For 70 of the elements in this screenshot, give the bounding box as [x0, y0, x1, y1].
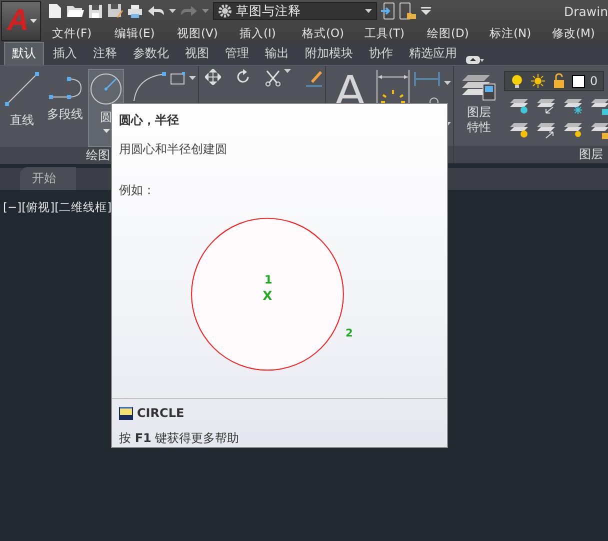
ribbon-tab[interactable]: 协作: [362, 43, 400, 65]
menu-item[interactable]: 格式(O): [302, 26, 364, 40]
scissors-icon[interactable]: [265, 69, 281, 87]
window-title: Drawin: [564, 4, 608, 18]
center-mark: X: [262, 288, 272, 303]
command-name: CIRCLE: [137, 406, 184, 420]
save-as-icon[interactable]: [107, 3, 123, 19]
gear-icon: [218, 4, 232, 18]
caret-icon[interactable]: [444, 81, 452, 86]
example-label: 例如：: [119, 182, 156, 199]
ribbon-tab[interactable]: 附加模块: [298, 43, 360, 65]
menu-item[interactable]: 视图(V): [177, 26, 240, 40]
arc-icon[interactable]: [131, 71, 167, 101]
ribbon-tab[interactable]: 管理: [218, 43, 256, 65]
menu-item[interactable]: 标注(N): [490, 26, 552, 40]
ribbon-tab[interactable]: 插入: [46, 43, 84, 65]
help-hint: 按 F1 键获得更多帮助: [119, 430, 240, 447]
ribbon-tab[interactable]: 精选应用: [402, 43, 464, 65]
line-tool-button[interactable]: 直线: [2, 69, 42, 147]
menu-item[interactable]: 插入(I): [240, 26, 302, 40]
menu-item[interactable]: 文件(F): [52, 26, 114, 40]
ribbon-tab[interactable]: 参数化: [126, 43, 176, 65]
caret-icon[interactable]: [284, 69, 291, 74]
file-tab[interactable]: 开始: [20, 167, 76, 190]
rectangle-icon[interactable]: [170, 71, 186, 85]
menu-item[interactable]: 工具(T): [364, 26, 427, 40]
line-icon[interactable]: [4, 71, 40, 107]
rotate-icon[interactable]: [235, 69, 251, 85]
save-icon[interactable]: [88, 4, 103, 18]
circle-icon[interactable]: [89, 72, 123, 106]
menu-item[interactable]: 编辑(E): [114, 26, 177, 40]
ribbon-tab[interactable]: 输出: [258, 43, 296, 65]
ribbon-tab[interactable]: 注释: [86, 43, 124, 65]
point-label: 2: [346, 328, 353, 340]
caret-icon[interactable]: [365, 8, 372, 14]
printer-icon[interactable]: [127, 4, 143, 18]
polyline-tool-button[interactable]: 多段线: [45, 69, 85, 147]
caret-icon[interactable]: [189, 76, 196, 80]
caret-icon[interactable]: [30, 18, 37, 24]
layer-arrow-icon[interactable]: [537, 121, 558, 139]
share-icon[interactable]: [381, 2, 395, 20]
color-swatch: [572, 74, 586, 88]
panel-title: 绘图: [86, 147, 110, 164]
point-label: 1: [264, 272, 272, 287]
viewport-label[interactable]: [−][俯视][二维线框]: [3, 200, 112, 215]
dropdown-icon[interactable]: [421, 7, 431, 15]
ribbon-toggle-icon[interactable]: [466, 55, 484, 65]
ribbon-tab[interactable]: 视图: [178, 43, 216, 65]
undo-icon[interactable]: [147, 5, 165, 17]
command-icon: [119, 406, 133, 420]
caret-icon[interactable]: [102, 129, 110, 134]
linear-dimension-icon[interactable]: [414, 71, 440, 87]
layer-snowflake-icon[interactable]: [564, 97, 584, 115]
workspace-dropdown[interactable]: 草图与注释: [213, 2, 377, 20]
eraser-icon[interactable]: [305, 69, 323, 87]
layer-bulb-icon[interactable]: [510, 121, 530, 139]
menu-item[interactable]: 绘图(D): [427, 26, 490, 40]
layer-arrow-icon[interactable]: [537, 97, 558, 115]
move-icon[interactable]: [205, 69, 221, 85]
new-file-icon[interactable]: [48, 3, 62, 19]
layer-dropdown[interactable]: 0: [504, 71, 604, 91]
layer-properties-button[interactable]: 图层特性: [456, 69, 502, 146]
device-folder-icon[interactable]: [399, 2, 417, 20]
ribbon-tab[interactable]: 默认: [4, 42, 44, 65]
layer-bulb-icon[interactable]: [510, 97, 530, 115]
panel-title: 图层: [579, 146, 604, 163]
menu-item[interactable]: 修改(M): [552, 26, 608, 40]
caret-icon[interactable]: [169, 8, 176, 14]
folder-icon[interactable]: [66, 4, 84, 18]
layer-name: 0: [590, 74, 598, 88]
